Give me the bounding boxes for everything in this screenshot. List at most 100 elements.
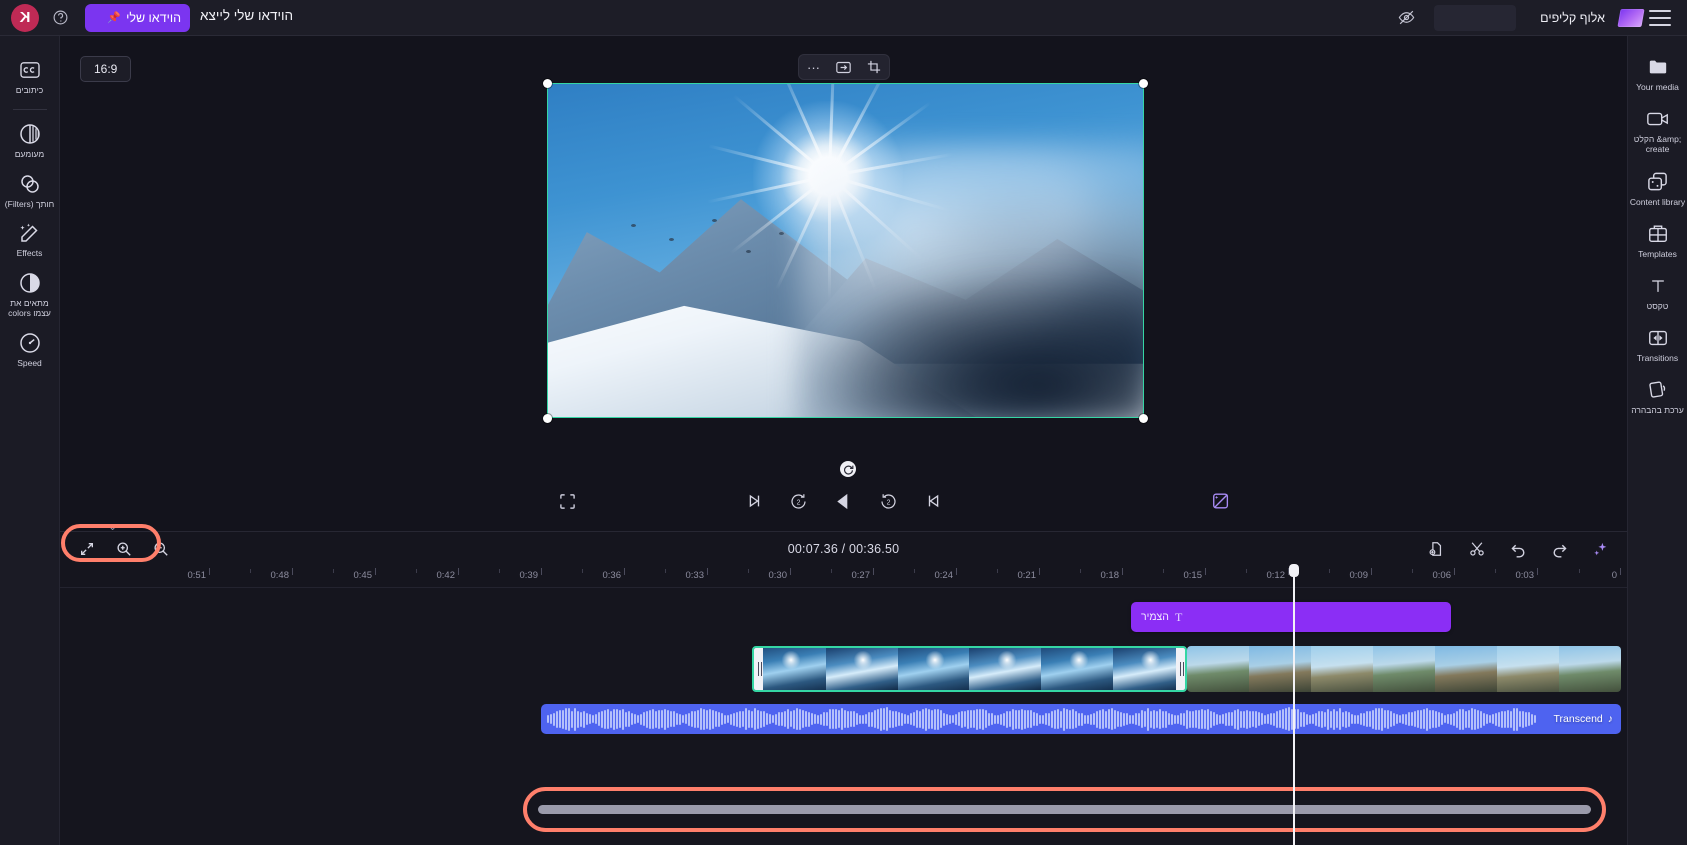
selection-handle-bottom-left[interactable] [543, 414, 552, 423]
timeline-playhead[interactable] [1289, 564, 1299, 845]
text-t-icon [1646, 274, 1670, 298]
timecode-display: 00:07.36 / 00:36.50 [787, 542, 900, 556]
selection-handle-top-left[interactable] [543, 79, 552, 88]
sidebar-item-label: Transitions [1636, 353, 1679, 364]
eye-off-icon[interactable] [1394, 6, 1418, 30]
sidebar-item-record-create[interactable]: הקלט &amp; create [1629, 98, 1687, 160]
hamburger-menu-icon[interactable] [1649, 9, 1671, 26]
audio-waveform [541, 704, 1621, 734]
rewind-2s-icon[interactable]: 2 [788, 490, 810, 512]
track-row-text: T הצמיר [60, 602, 1627, 634]
timeline-clip-video-2-selected[interactable] [752, 646, 1187, 692]
clip-thumbnail [1373, 646, 1435, 692]
sidebar-item-label: Templates [1638, 248, 1677, 259]
split-scissors-icon[interactable] [1466, 538, 1488, 560]
sidebar-item-fade[interactable]: מעומעם [1, 114, 59, 164]
sidebar-item-label: Your media [1636, 82, 1679, 92]
sidebar-item-captions[interactable]: כיתובים [1, 50, 59, 100]
timeline-clip-audio[interactable]: ♪ Transcend [541, 704, 1621, 734]
aspect-ratio-chip[interactable]: 16:9 [80, 56, 132, 82]
clip-thumbnail [897, 648, 970, 690]
preview-stage: 16:9 ··· 2 2 [60, 36, 1627, 531]
skip-to-start-icon[interactable] [743, 490, 765, 512]
captions-icon [17, 57, 43, 83]
sidebar-item-content-library[interactable]: Content library [1629, 161, 1687, 213]
sidebar-item-colors[interactable]: מתאים את עצמו colors [1, 263, 59, 323]
clip-trim-handle-right[interactable] [1176, 648, 1185, 690]
sidebar-item-label: חותך (Filters) [4, 198, 55, 209]
zoom-out-icon[interactable] [150, 538, 172, 560]
sidebar-item-label: מעומעם [14, 148, 45, 159]
transitions-icon [1646, 326, 1670, 350]
top-bar: K 📌 הוידאו שלי הוידאו שלי לייצא אלוף קלי… [0, 0, 1687, 36]
forward-2s-icon[interactable]: 2 [878, 490, 900, 512]
sidebar-item-text[interactable]: טקסט [1629, 265, 1687, 317]
clip-label: הצמיר [1141, 611, 1169, 623]
more-options-icon[interactable]: ··· [805, 58, 823, 76]
timeline-panel: ⌄ 00:07.36 / 00:36.50 0 0:03 0:06 0:09 0… [60, 521, 1627, 845]
sidebar-item-speed[interactable]: Speed [1, 323, 59, 373]
clipchamp-logo-icon [1617, 8, 1645, 27]
ai-magic-icon[interactable] [1210, 490, 1232, 512]
clip-thumbnail [1249, 646, 1311, 692]
timeline-clip-video-1[interactable] [1187, 646, 1621, 692]
clip-thumbnail [754, 648, 826, 690]
zoom-in-icon[interactable] [113, 538, 135, 560]
sidebar-item-brand-kit[interactable]: ערכת בהבהרה [1629, 369, 1687, 421]
timeline-horizontal-scrollbar[interactable] [538, 805, 1591, 814]
timeline-toolbar: 00:07.36 / 00:36.50 [60, 524, 1627, 566]
timeline-clip-text[interactable]: T הצמיר [1131, 602, 1451, 632]
track-row-video [60, 646, 1627, 696]
project-name-pill[interactable]: 📌 הוידאו שלי [85, 3, 190, 32]
sidebar-item-label: הקלט &amp; create [1633, 134, 1682, 155]
skip-to-end-icon[interactable] [923, 490, 945, 512]
fullscreen-icon[interactable] [556, 490, 578, 512]
clip-thumbnail [1041, 648, 1114, 690]
sidebar-item-label: ערכת בהבהרה [1631, 405, 1684, 416]
crop-icon[interactable] [865, 58, 883, 76]
clip-thumbnail [1311, 646, 1373, 692]
clipchamp-editor: K 📌 הוידאו שלי הוידאו שלי לייצא אלוף קלי… [0, 0, 1687, 845]
svg-text:2: 2 [887, 499, 891, 506]
sidebar-item-transitions[interactable]: Transitions [1629, 317, 1687, 369]
sidebar-item-templates[interactable]: Templates [1629, 213, 1687, 265]
fit-frame-icon[interactable] [835, 58, 853, 76]
duplicate-icon[interactable] [1425, 538, 1447, 560]
effects-wand-icon [17, 220, 43, 246]
play-icon[interactable] [833, 490, 855, 512]
brand-name-label: אלוף קליפים [1540, 10, 1605, 25]
sidebar-item-label: Effects [16, 248, 43, 259]
sidebar-item-effects[interactable]: Effects [1, 213, 59, 263]
help-circle-icon[interactable] [49, 7, 71, 29]
clip-thumbnail [1497, 646, 1559, 692]
redo-icon[interactable] [1548, 538, 1570, 560]
sidebar-item-filters[interactable]: חותך (Filters) [1, 164, 59, 214]
sidebar-item-label: כיתובים [15, 85, 44, 95]
timeline-action-buttons [1425, 538, 1611, 560]
clip-trim-handle-left[interactable] [754, 648, 763, 690]
clip-thumbnail [1435, 646, 1497, 692]
sidebar-item-label: Speed [17, 357, 42, 368]
fade-icon [17, 121, 43, 147]
fit-to-window-icon[interactable] [76, 538, 98, 560]
selection-handle-top-right[interactable] [1139, 79, 1148, 88]
content-library-icon [1646, 170, 1670, 194]
clip-thumbnail [1559, 646, 1621, 692]
selection-handle-bottom-right[interactable] [1139, 414, 1148, 423]
sidebar-item-your-media[interactable]: Your media [1629, 46, 1687, 98]
video-preview-frame[interactable] [547, 83, 1144, 418]
timeline-zoom-controls [61, 524, 172, 562]
audio-clip-label-group: ♪ Transcend [1554, 704, 1613, 734]
playback-controls: 2 2 [743, 490, 945, 512]
record-create-icon [1646, 107, 1670, 131]
app-logo-icon[interactable]: K [11, 3, 39, 32]
player-controls-bar: 2 2 [60, 481, 1627, 521]
undo-icon[interactable] [1507, 538, 1529, 560]
clip-thumbnail [969, 648, 1042, 690]
timeline-ruler[interactable]: 0 0:03 0:06 0:09 0:12 0:15 0:18 0:21 0:2… [60, 566, 1627, 588]
rotate-icon[interactable] [840, 461, 856, 477]
timeline-scrollbar-zone [60, 787, 1627, 835]
top-bar-blank-field[interactable] [1434, 4, 1517, 31]
ai-sparkle-icon[interactable] [1589, 538, 1611, 560]
text-t-icon: T [1174, 609, 1183, 624]
